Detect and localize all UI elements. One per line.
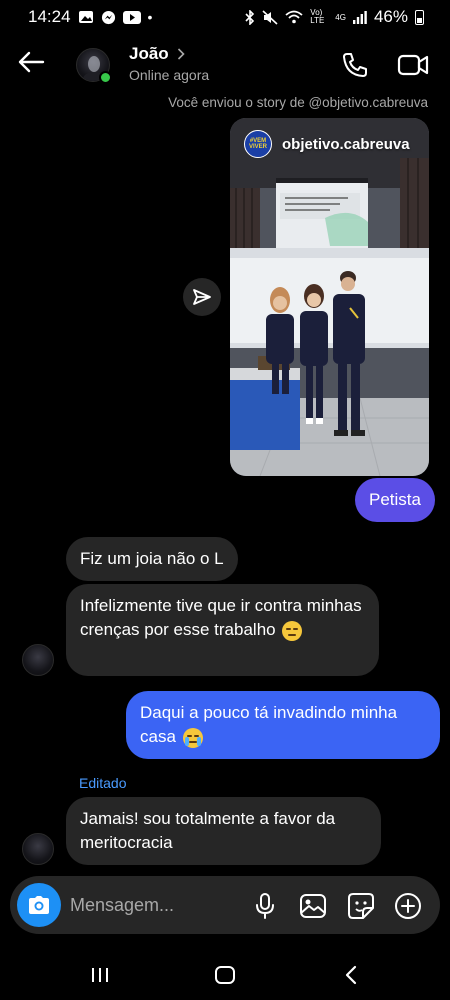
outgoing-message[interactable]: Petista [355,478,435,522]
message-text: Petista [369,490,421,509]
recents-icon [92,968,108,982]
wifi-icon [285,10,303,24]
crying-face-emoji-icon [182,727,203,748]
recent-apps-button[interactable] [85,962,115,988]
message-composer [10,876,440,934]
microphone-button[interactable] [250,891,280,921]
logo-text: #VEM VIVER [248,138,267,150]
contact-name-row[interactable]: João [129,44,185,64]
story-header: #VEM VIVER objetivo.cabreuva [244,130,410,158]
contact-avatar[interactable] [76,48,112,84]
arrow-left-icon [18,51,45,73]
online-indicator [99,71,112,84]
relieved-face-emoji-icon [282,620,303,641]
sticker-icon [348,893,374,919]
youtube-icon [122,10,141,24]
story-username[interactable]: objetivo.cabreuva [282,136,410,153]
edited-label: Editado [79,775,127,791]
outgoing-message[interactable]: Daqui a pouco tá invadindo minha casa [126,691,440,759]
sticker-button[interactable] [346,891,376,921]
video-call-button[interactable] [397,50,429,80]
status-bar: 14:24 • Vo) LTE 4G 46% [0,0,450,34]
microphone-icon [256,893,274,919]
home-button[interactable] [210,962,240,988]
system-nav-bar [0,950,450,1000]
back-nav-button[interactable] [336,962,366,988]
signal-icon [352,10,367,24]
network-label: Vo) LTE [310,8,325,25]
shared-story-card[interactable]: #VEM VIVER objetivo.cabreuva [230,118,429,476]
clock: 14:24 [28,7,71,26]
message-text: Infelizmente tive que ir contra minhas c… [80,596,362,639]
battery-level: 46% [373,7,408,26]
back-button[interactable] [16,48,50,78]
message-text: Daqui a pouco tá invadindo minha casa [140,703,398,746]
signal-type: 4G [335,12,346,22]
contact-avatar-small[interactable] [22,644,54,676]
more-notifications-dot: • [147,9,153,25]
more-options-button[interactable] [393,891,423,921]
battery-icon [415,9,424,25]
presence-status: Online agora [129,67,210,83]
phone-icon [343,53,367,77]
audio-call-button[interactable] [340,50,370,80]
image-icon [300,894,326,918]
message-text: Fiz um joia não o L [80,549,224,568]
plus-circle-icon [395,893,421,919]
send-icon [193,289,211,305]
message-input[interactable] [70,890,240,920]
chevron-left-icon [345,965,357,985]
mute-icon [262,9,278,25]
story-share-caption: Você enviou o story de @objetivo.cabreuv… [168,95,428,110]
home-icon [215,966,235,984]
story-account-logo: #VEM VIVER [244,130,272,158]
contact-name: João [129,44,169,63]
messenger-icon [101,10,116,25]
message-text: Jamais! sou totalmente a favor da merito… [80,809,336,852]
camera-button[interactable] [17,883,61,927]
incoming-message[interactable]: Jamais! sou totalmente a favor da merito… [66,797,381,865]
share-button[interactable] [183,278,221,316]
camera-icon [29,896,49,914]
story-photo [230,118,429,476]
chat-header: João Online agora [0,38,450,90]
contact-avatar-small[interactable] [22,833,54,865]
gallery-button[interactable] [298,891,328,921]
gallery-icon [78,10,94,24]
incoming-message[interactable]: Infelizmente tive que ir contra minhas c… [66,584,379,676]
chevron-right-icon [177,48,185,60]
incoming-message[interactable]: Fiz um joia não o L [66,537,238,581]
bluetooth-icon [245,9,255,25]
video-camera-icon [397,54,429,76]
